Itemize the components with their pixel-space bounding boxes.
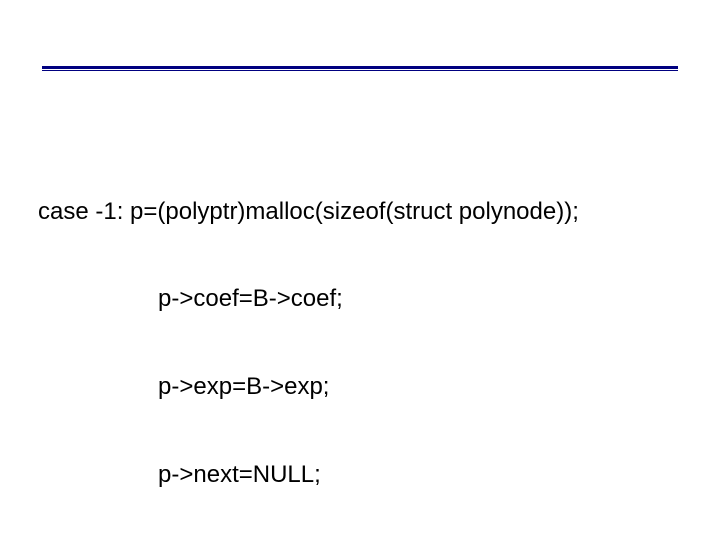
code-line: case -1: p=(polyptr)malloc(sizeof(struct… (38, 197, 682, 226)
title-underline (42, 66, 678, 71)
code-block: case -1: p=(polyptr)malloc(sizeof(struct… (38, 138, 682, 540)
slide: case -1: p=(polyptr)malloc(sizeof(struct… (0, 0, 720, 540)
code-line: p->next=NULL; (38, 460, 682, 489)
code-line: p->exp=B->exp; (38, 372, 682, 401)
code-line: p->coef=B->coef; (38, 284, 682, 313)
